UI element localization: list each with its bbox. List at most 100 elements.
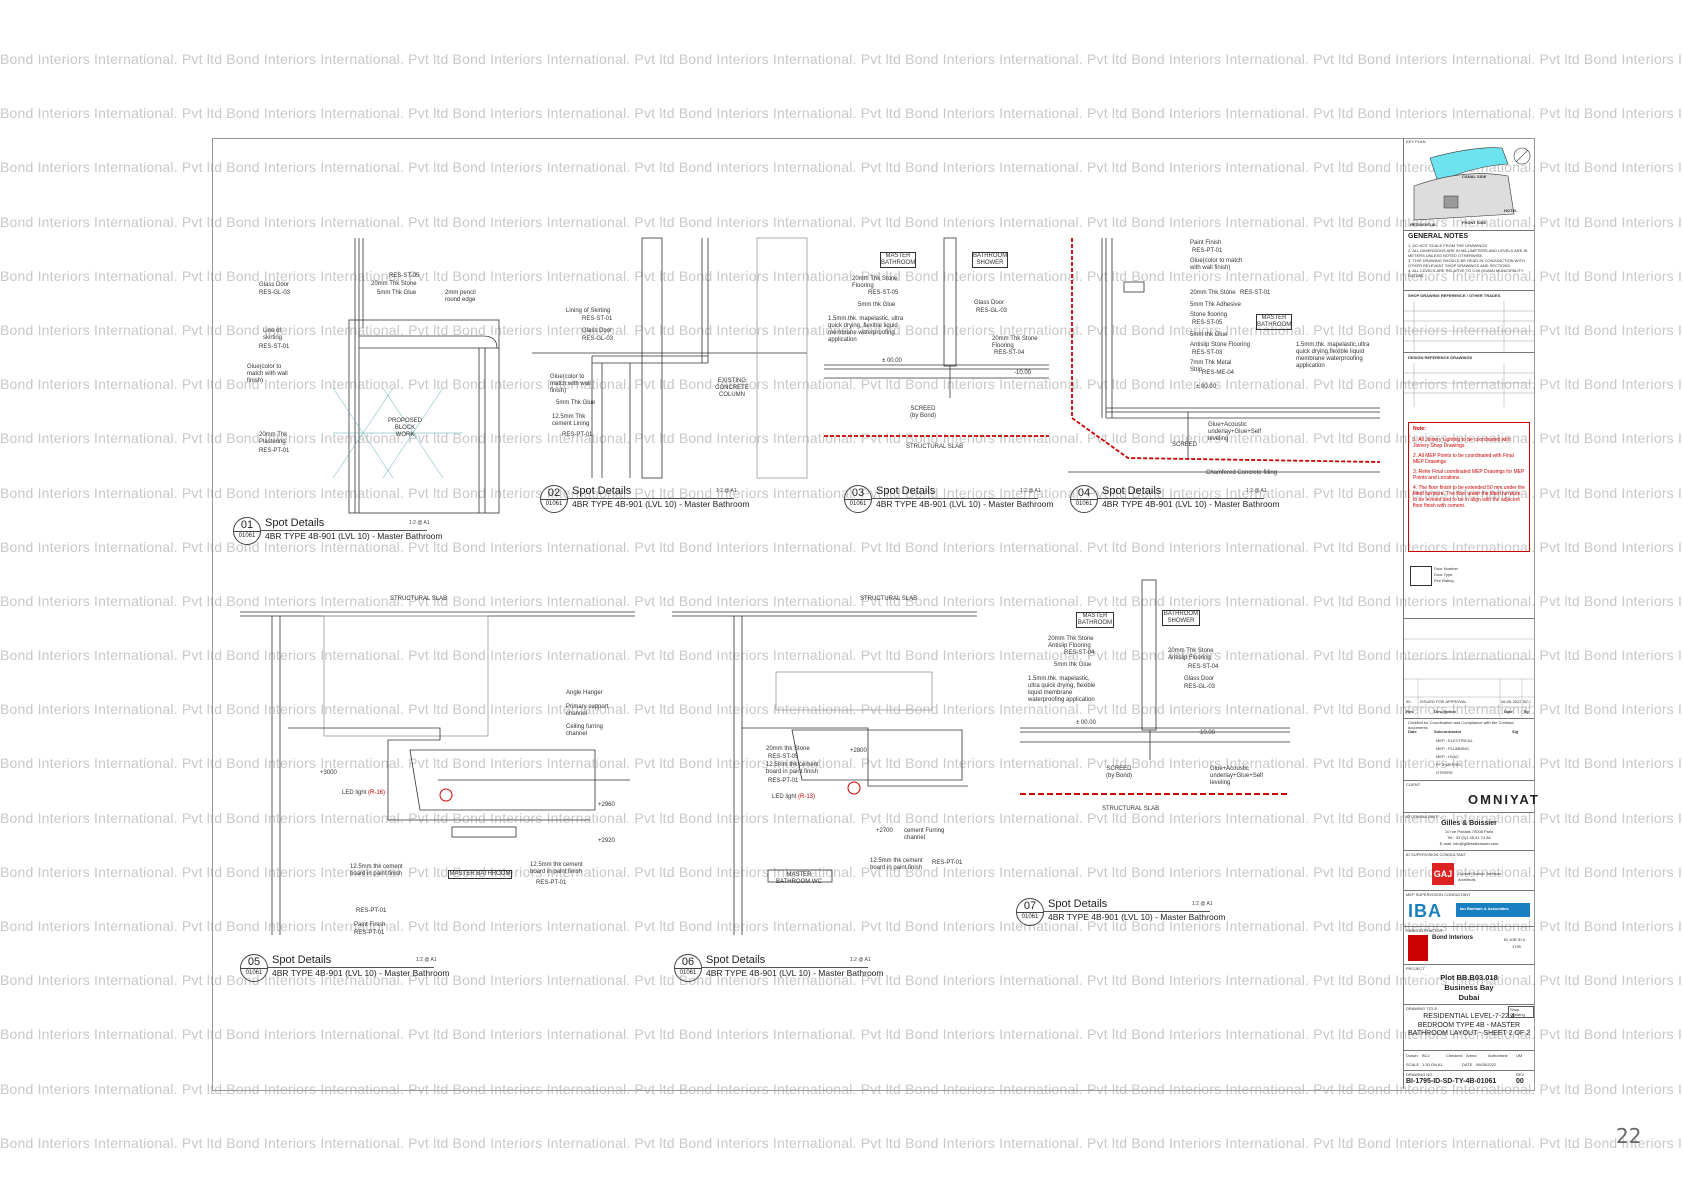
- detail-07-label: RES-ST-04: [1064, 650, 1095, 656]
- detail-number-bubble: 01 01061: [233, 517, 261, 545]
- consultant-label: ID CONSULTANT: [1406, 814, 1438, 819]
- detail-02-caption: 02 01061 Spot Details 1:2 @ A1 4BR TYPE …: [540, 485, 749, 515]
- detail-02-label: Glue(color to match with wall finish): [550, 374, 591, 394]
- legend-item: Fire Rating: [1434, 578, 1454, 583]
- key-plan: KEY PLAN CANAL SIDE RESIDENTIAL FRONT SI…: [1404, 138, 1534, 230]
- detail-04-label: Stone flooring: [1190, 312, 1228, 318]
- detail-06-label: 12.5mm thk cement board in paint finish: [870, 858, 923, 871]
- detail-title: Spot Details: [272, 954, 332, 966]
- detail-05-label: LED light: [342, 790, 367, 796]
- detail-05-label: Ceiling furring channel: [566, 724, 604, 737]
- date-value: 06/05/2022: [1476, 1062, 1497, 1067]
- detail-scale: 1:2 @ A1: [1246, 488, 1267, 494]
- detail-03-label: MASTER BATHROOM: [880, 252, 916, 268]
- detail-01-label: RES-PT-01: [259, 448, 290, 454]
- note-item: 3. Refer Final coordinated MEP Drawings …: [1413, 469, 1525, 481]
- drawing-number-row: DRAWING NO. BI-1795-ID-SD-TY-4B-01061 RE…: [1404, 1070, 1534, 1090]
- coord-row: MEP - ELECTRICAL: [1436, 738, 1473, 743]
- rev-date: 06-05-2022: [1501, 699, 1522, 704]
- detail-title: Spot Details: [876, 485, 936, 497]
- detail-06-drawing: STRUCTURAL SLAB 20mm thk Stone RES-ST-05…: [672, 580, 977, 935]
- detail-03-label: 1.5mm.thk. mapelastic, ultra quick dryin…: [828, 316, 904, 343]
- subcontractor-label: SUBCONTRACTOR: [1406, 928, 1443, 933]
- notes-panel: Note: 1. All Joinery Lighting to be coor…: [1404, 422, 1534, 552]
- detail-number: 02: [547, 487, 561, 499]
- drawing-no-label: DRAWING NO.: [1406, 1072, 1434, 1077]
- door-legend: Door Number Door Type Fire Rating: [1404, 564, 1534, 588]
- detail-04-label: MASTER BATHROOM: [1256, 314, 1292, 330]
- project-label: PROJECT: [1406, 966, 1425, 971]
- general-note: 2. ALL DIMENSIONS ARE IN MILLIMETERS AND…: [1408, 248, 1528, 258]
- detail-04-label: SCREED: [1172, 442, 1198, 448]
- notes-title: Note:: [1413, 426, 1426, 432]
- rev-by: BCJ: [1523, 699, 1531, 704]
- mep-section: MEP SUPERVISION CONSULTANT IBA Ian Banha…: [1404, 890, 1534, 927]
- detail-05-label: (R-16): [368, 790, 386, 796]
- key-plan-diagram: [1413, 147, 1531, 221]
- detail-03-label: 20mm Thk Stone Flooring: [852, 276, 898, 289]
- project-section: PROJECT Plot BB.B03.018 Business Bay Dub…: [1404, 964, 1534, 1005]
- detail-02-drawing: Lining of Skirting RES-ST-01 Glass Door …: [532, 237, 808, 479]
- detail-03-label: BATHROOM SHOWER: [972, 252, 1008, 268]
- detail-scale: 1:2 @ A1: [850, 957, 871, 963]
- detail-07-label: SCREED (by Bond): [1105, 766, 1132, 779]
- detail-07-drawing: MASTER BATHROOM BATHROOM SHOWER 20mm Thk…: [1020, 579, 1290, 820]
- detail-06-label: LED light: [772, 794, 797, 800]
- detail-07-label: 20mm Thk Stone Antislip Flooring: [1048, 636, 1094, 649]
- consultant-tel: Tel : 33 (0)1 45 41 74 86: [1447, 835, 1491, 840]
- watermark-line: Bond Interiors International. Pvt ltd Bo…: [0, 105, 1683, 122]
- detail-04-label: 20mm Thk Stone: [1190, 290, 1236, 296]
- consultant-section: ID CONSULTANT Gilles & Boissier 10 rue P…: [1404, 812, 1534, 851]
- detail-02-linework: [532, 237, 808, 479]
- general-notes-title: GENERAL NOTES: [1408, 233, 1469, 240]
- detail-01-label: 5mm Thk Glue: [377, 290, 417, 296]
- general-note: 4. ALL LEVELS ARE RELATIVE TO 0.00 (DUBA…: [1408, 268, 1524, 278]
- detail-01-label: 20mm Thk Stone: [371, 281, 417, 287]
- detail-ref: 01061: [545, 501, 563, 507]
- detail-04-label: Glue(color to match with wall finish): [1190, 258, 1243, 271]
- detail-04-label: Chamfered Concrete filling: [1206, 470, 1278, 476]
- detail-03-label: RES-ST-04: [994, 350, 1025, 356]
- detail-06-label: cement Furring channel: [904, 828, 945, 841]
- consultant-address: 10 rue Portalis 75008 Paris: [1444, 829, 1494, 834]
- detail-07-label: RES-GL-03: [1184, 684, 1216, 690]
- rev-header: Date: [1504, 709, 1513, 714]
- project-line: Business Bay: [1444, 983, 1494, 992]
- detail-06-label: 12.5mm thk cement board in paint finish: [766, 762, 819, 775]
- revision-grid: [1404, 638, 1534, 719]
- drawn-by: BCJ: [1422, 1053, 1430, 1058]
- detail-04-label: RES-ME-04: [1202, 370, 1235, 376]
- detail-06-label: RES-PT-01: [768, 778, 799, 784]
- detail-04-caption: 04 01061 Spot Details 1:2 @ A1 4BR TYPE …: [1070, 485, 1279, 515]
- scale-value: 1:30 ON A1: [1422, 1062, 1443, 1067]
- authorised-label: Authorised:: [1488, 1053, 1509, 1058]
- detail-04-label: RES-ST-01: [1240, 290, 1271, 296]
- detail-05-caption: 05 01061 Spot Details 1:2 @ A1 4BR TYPE …: [240, 954, 449, 984]
- detail-scale: 1:2 @ A1: [1192, 901, 1213, 907]
- detail-02-label: EXISTING CONCRETE COLUMN: [715, 378, 749, 398]
- drawing-title-label: DRAWING TITLE: [1406, 1006, 1438, 1011]
- iba-logo: IBA: [1408, 901, 1442, 921]
- drawing-title-section: DRAWING TITLE Shop Drawing RESIDENTIAL L…: [1404, 1004, 1534, 1051]
- detail-01-label: Glue(color to match with wall finish): [247, 364, 288, 384]
- detail-06-label: RES-PT-01: [932, 860, 963, 866]
- consultant-email: E-mail: info@gillesetboissier.com: [1439, 841, 1499, 846]
- design-refs: DESIGN REFERENCE DRAWINGS: [1404, 352, 1534, 409]
- detail-07-label: 20mm Thk Stone Antislip Flooring: [1168, 648, 1214, 661]
- rev-header: Rev: [1406, 709, 1414, 714]
- detail-subtitle: 4BR TYPE 4B-901 (LVL 10) - Master Bathro…: [272, 968, 450, 978]
- detail-05-label: RES-PT-01: [354, 930, 385, 936]
- detail-07-label: RES-ST-04: [1188, 664, 1219, 670]
- drawing-title: RESIDENTIAL LEVEL-7-22 4 BEDROOM TYPE 4B…: [1408, 1013, 1531, 1037]
- detail-scale: 1:2 @ A1: [1020, 488, 1041, 494]
- detail-number-bubble: 07 01061: [1016, 898, 1044, 926]
- subcontractor-name: Bond Interiors: [1432, 935, 1474, 941]
- detail-05-label: RES-PT-01: [536, 880, 567, 886]
- detail-04-label: Antislip Stone Flooring: [1190, 342, 1251, 348]
- detail-subtitle: 4BR TYPE 4B-901 (LVL 10) - Master Bathro…: [572, 499, 750, 509]
- client-logo: OMNIYAT: [1468, 792, 1540, 807]
- detail-03-caption: 03 01061 Spot Details 1:2 @ A1 4BR TYPE …: [844, 485, 1053, 515]
- detail-03-label: Glass Door: [974, 300, 1005, 306]
- detail-ref: 01061: [849, 501, 867, 507]
- detail-05-label: Paint Finish: [354, 922, 386, 928]
